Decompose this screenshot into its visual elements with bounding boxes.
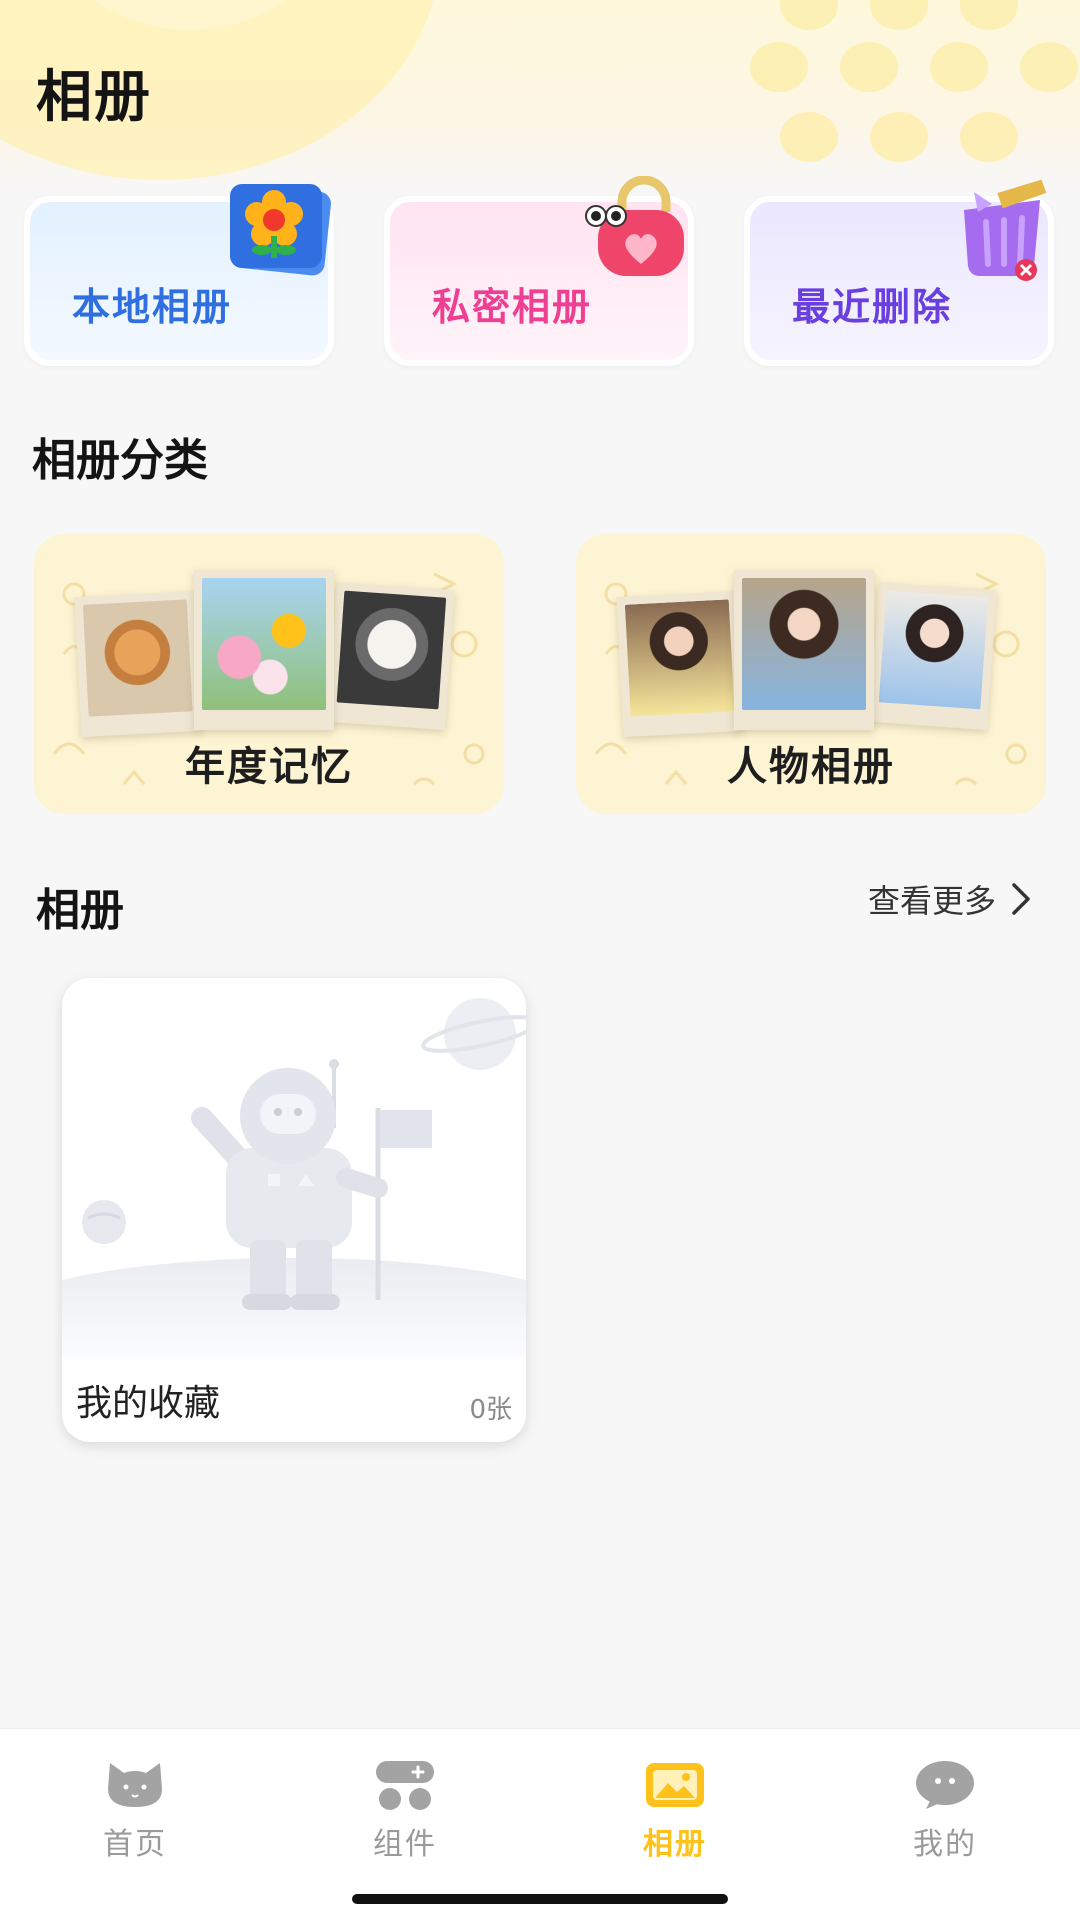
recently-deleted-card[interactable]: 最近删除 [744,179,1054,366]
private-album-card[interactable]: 私密相册 [384,176,694,366]
annual-memory-card[interactable]: 年度记忆 [34,534,504,814]
decorative-dots [750,0,1080,170]
album-photo-count: 0张 [469,1395,512,1425]
album-name: 我的收藏 [76,1383,221,1424]
local-album-label: 本地相册 [72,285,233,329]
favorites-album-card[interactable]: 我的收藏 0张 [62,978,526,1442]
people-album-label: 人物相册 [727,744,895,790]
header-background [0,0,1080,190]
view-more-label: 查看更多 [867,882,996,920]
heart-lock-icon [585,176,684,276]
trash-bin-icon [964,179,1047,281]
tab-widgets[interactable]: 组件 [335,1759,475,1863]
home-indicator[interactable] [352,1894,728,1904]
local-album-card[interactable]: 本地相册 [24,184,334,366]
private-album-label: 私密相册 [432,285,593,329]
albums-section-title: 相册 [36,885,124,936]
categories-section-title: 相册分类 [32,435,208,486]
tab-album-label: 相册 [643,1827,707,1862]
people-album-card[interactable]: 人物相册 [576,534,1046,814]
tab-home[interactable]: 首页 [65,1759,205,1863]
dog-photo [327,582,455,730]
picture-icon [646,1763,704,1807]
face-bubble-icon [916,1761,974,1809]
tab-album[interactable]: 相册 [605,1759,745,1863]
recently-deleted-label: 最近删除 [792,285,953,329]
bottom-tab-bar: 首页 组件 相册 我的 [0,1728,1080,1920]
page-title: 相册 [36,65,152,130]
tab-mine-label: 我的 [913,1827,977,1862]
flowers-photo [194,570,334,730]
view-more-link[interactable]: 查看更多 [868,876,1032,922]
cat-photo [74,590,202,738]
person-photo-2 [734,570,874,730]
cat-head-icon [108,1763,162,1807]
tab-widgets-label: 组件 [373,1827,437,1862]
person-photo-3 [869,582,997,730]
tab-mine[interactable]: 我的 [875,1759,1015,1863]
annual-memory-label: 年度记忆 [185,744,353,790]
tab-home-label: 首页 [103,1827,167,1862]
astronaut-empty-illustration [62,998,526,1358]
widgets-icon [376,1761,434,1810]
chevron-right-icon [1012,883,1030,915]
flower-photo-icon [230,184,331,276]
person-photo-1 [616,590,744,738]
